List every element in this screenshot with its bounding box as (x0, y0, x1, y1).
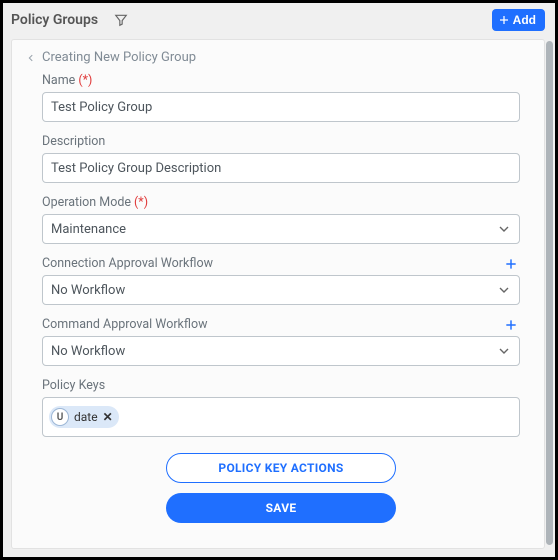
required-mark: (*) (134, 195, 148, 210)
scrollbar[interactable] (546, 41, 553, 545)
chevron-left-icon (26, 51, 36, 65)
add-button[interactable]: Add (492, 9, 545, 31)
policy-keys-input[interactable]: U date ✕ (42, 397, 520, 437)
command-workflow-label: Command Approval Workflow (42, 317, 208, 332)
chip-text: date (74, 410, 98, 424)
chip-badge: U (51, 408, 69, 426)
connection-workflow-select[interactable]: No Workflow (42, 275, 520, 305)
policy-key-chip[interactable]: U date ✕ (49, 406, 119, 428)
name-label: Name (42, 73, 75, 88)
description-label: Description (42, 134, 105, 149)
operation-mode-select[interactable]: Maintenance (42, 214, 520, 244)
add-button-label: Add (513, 13, 536, 27)
plus-icon (504, 318, 518, 332)
plus-icon (504, 257, 518, 271)
filter-icon[interactable] (114, 13, 128, 27)
command-workflow-select[interactable]: No Workflow (42, 336, 520, 366)
add-command-workflow-button[interactable] (502, 318, 520, 332)
page-title: Policy Groups (11, 12, 98, 28)
breadcrumb[interactable]: Creating New Policy Group (26, 50, 526, 65)
required-mark: (*) (78, 73, 92, 88)
policy-keys-label: Policy Keys (42, 378, 105, 393)
description-input[interactable] (42, 153, 520, 183)
name-input[interactable] (42, 92, 520, 122)
breadcrumb-title: Creating New Policy Group (42, 50, 196, 65)
operation-mode-label: Operation Mode (42, 195, 131, 210)
policy-key-actions-button[interactable]: POLICY KEY ACTIONS (166, 453, 396, 483)
plus-icon (498, 14, 510, 26)
add-connection-workflow-button[interactable] (502, 257, 520, 271)
remove-chip-icon[interactable]: ✕ (103, 411, 113, 423)
form-panel: Creating New Policy Group Name (*) Descr… (11, 39, 545, 549)
save-button[interactable]: SAVE (166, 493, 396, 523)
connection-workflow-label: Connection Approval Workflow (42, 256, 213, 271)
